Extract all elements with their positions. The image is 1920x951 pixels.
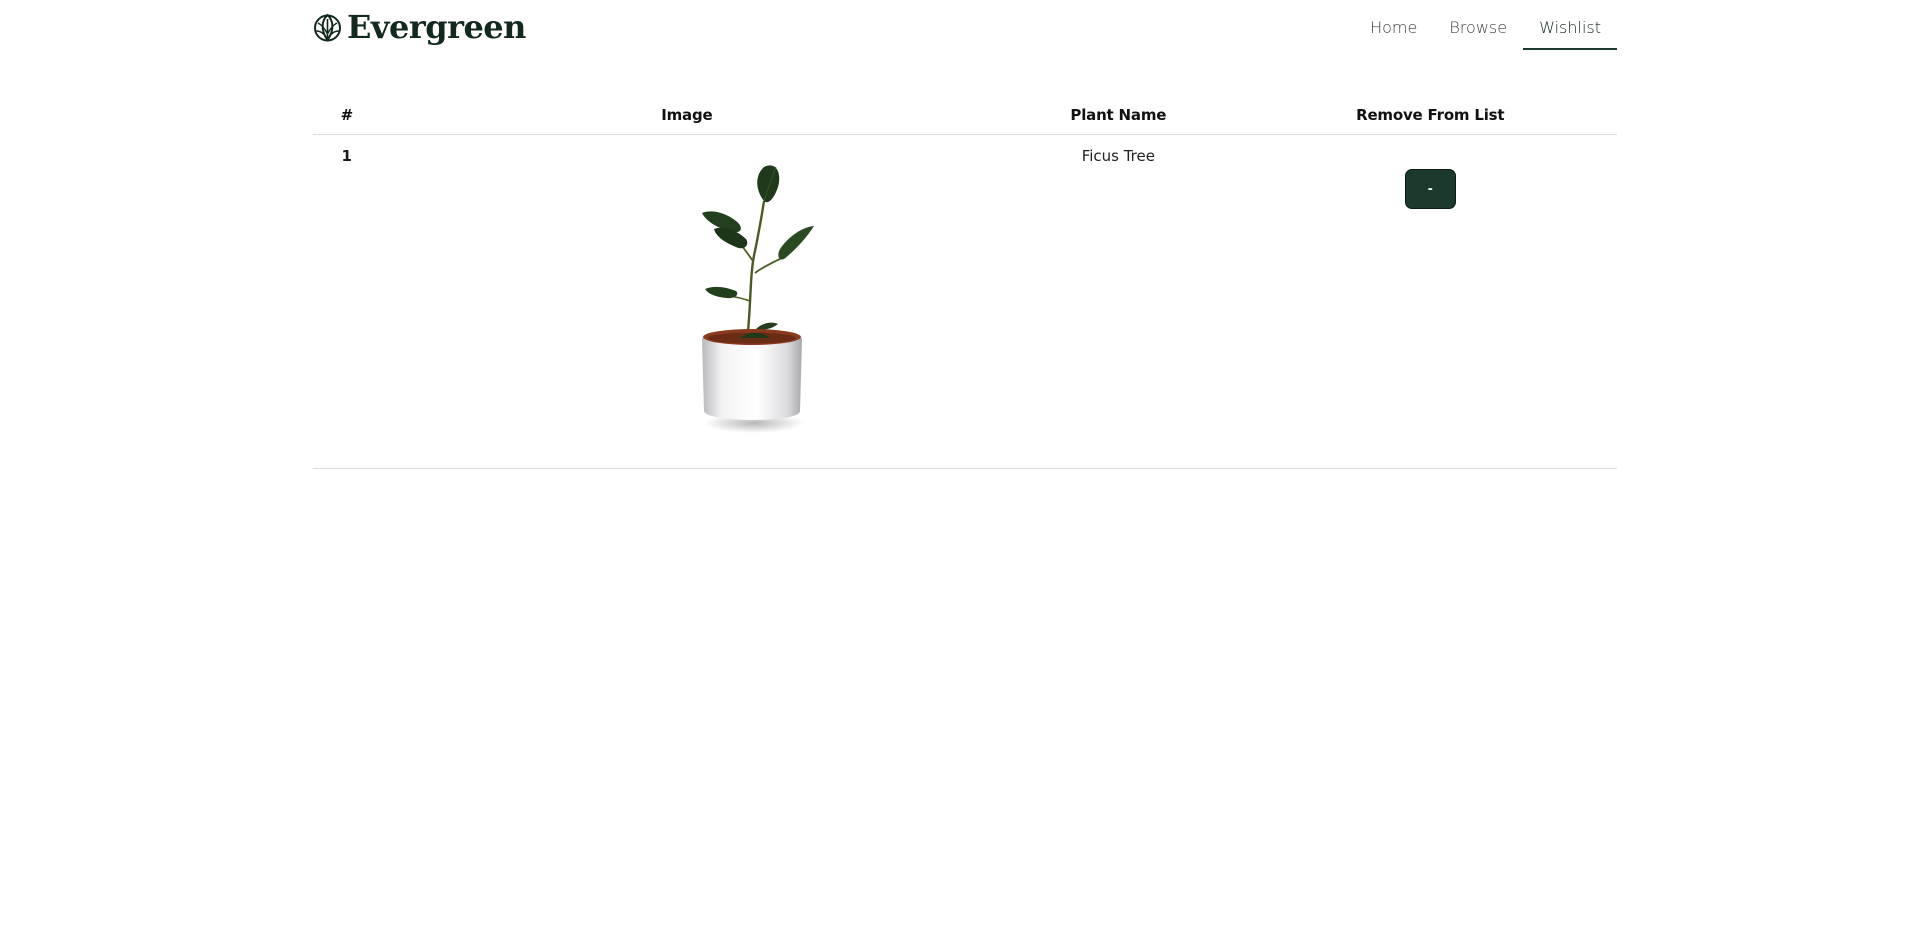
wishlist-table: # Image Plant Name Remove From List 1 Fi… xyxy=(313,96,1617,469)
logo-text: Evergreen xyxy=(347,8,526,46)
plant-image-cell xyxy=(380,134,994,469)
row-number: 1 xyxy=(313,134,381,469)
column-header-image: Image xyxy=(380,96,994,135)
remove-cell: - xyxy=(1243,134,1617,469)
leaf-icon xyxy=(313,11,342,43)
logo-link[interactable]: Evergreen xyxy=(313,8,526,46)
column-header-number: # xyxy=(313,96,381,135)
table-header-row: # Image Plant Name Remove From List xyxy=(313,96,1617,135)
nav-wishlist[interactable]: Wishlist xyxy=(1523,0,1617,50)
column-header-plant-name: Plant Name xyxy=(993,96,1244,135)
column-header-remove: Remove From List xyxy=(1243,96,1617,135)
plant-name: Ficus Tree xyxy=(993,134,1244,469)
nav-browse[interactable]: Browse xyxy=(1433,0,1523,48)
table-row: 1 Ficus Tree - xyxy=(313,134,1617,469)
wishlist-table-container: # Image Plant Name Remove From List 1 Fi… xyxy=(313,96,1617,469)
main-nav: Home Browse Wishlist xyxy=(1354,0,1617,50)
plant-image xyxy=(701,165,814,433)
remove-from-list-button[interactable]: - xyxy=(1404,169,1456,209)
site-header: Evergreen Home Browse Wishlist xyxy=(313,0,1617,58)
nav-home[interactable]: Home xyxy=(1354,0,1433,48)
